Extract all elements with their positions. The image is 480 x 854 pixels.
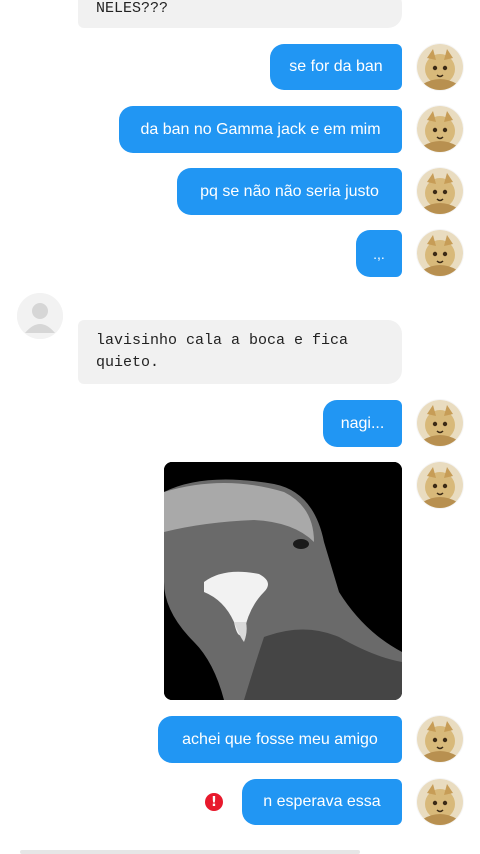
message-text: nagi...: [340, 414, 385, 432]
outgoing-message[interactable]: .,.: [356, 230, 402, 277]
outgoing-message[interactable]: achei que fosse meu amigo: [158, 716, 402, 763]
default-user-icon[interactable]: [17, 293, 63, 339]
self-avatar-icon[interactable]: [417, 462, 463, 508]
self-avatar-icon[interactable]: [417, 716, 463, 762]
error-badge-text: !: [211, 794, 217, 810]
outgoing-message[interactable]: se for da ban: [270, 44, 402, 90]
message-text: da ban no Gamma jack e em mim: [140, 120, 381, 138]
error-icon[interactable]: !: [205, 793, 223, 811]
outgoing-message[interactable]: da ban no Gamma jack e em mim: [119, 106, 402, 153]
self-avatar-icon[interactable]: [417, 168, 463, 214]
incoming-message[interactable]: NELES???: [78, 0, 402, 28]
outgoing-message[interactable]: n esperava essa: [242, 779, 402, 825]
self-avatar-icon[interactable]: [417, 106, 463, 152]
self-avatar-icon[interactable]: [417, 44, 463, 90]
pigeon-photo[interactable]: [164, 462, 402, 700]
incoming-message-text: NELES???: [96, 0, 169, 17]
self-avatar-icon[interactable]: [417, 400, 463, 446]
incoming-message[interactable]: lavisinho cala a boca e fica quieto.: [78, 320, 402, 384]
message-text: se for da ban: [289, 58, 383, 75]
message-text: n esperava essa: [263, 793, 381, 810]
message-text: achei que fosse meu amigo: [182, 730, 378, 748]
self-avatar-icon[interactable]: [417, 779, 463, 825]
self-avatar-icon[interactable]: [417, 230, 463, 276]
composer-edge: [20, 850, 360, 854]
outgoing-message[interactable]: nagi...: [323, 400, 402, 447]
message-text: pq se não não seria justo: [200, 182, 379, 200]
outgoing-message[interactable]: pq se não não seria justo: [177, 168, 402, 215]
incoming-message-text: lavisinho cala a boca e fica quieto.: [96, 332, 349, 371]
message-text: .,.: [373, 245, 385, 262]
